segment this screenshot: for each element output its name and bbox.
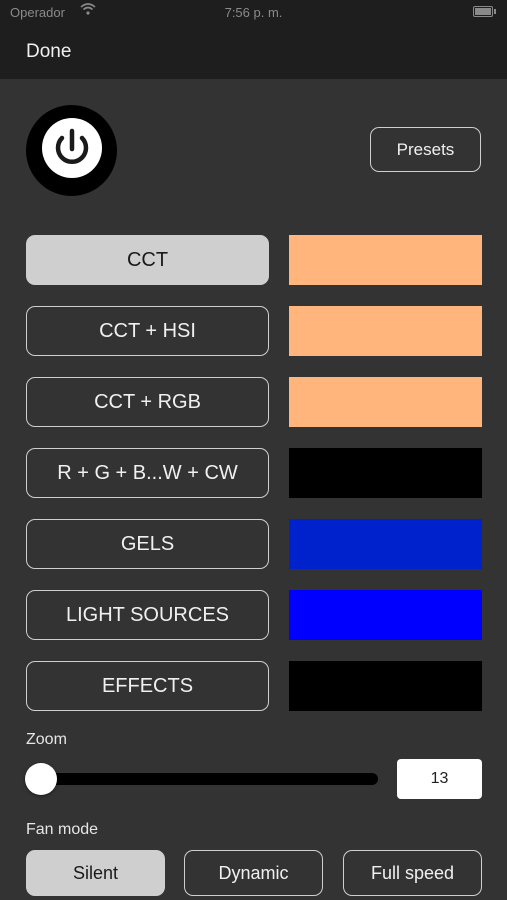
zoom-value-field[interactable]: 13 bbox=[397, 759, 482, 799]
color-swatch[interactable] bbox=[289, 519, 482, 569]
mode-button-gels[interactable]: GELS bbox=[26, 519, 269, 569]
zoom-label: Zoom bbox=[26, 731, 67, 748]
presets-button[interactable]: Presets bbox=[370, 127, 481, 172]
mode-button-cct-rgb[interactable]: CCT + RGB bbox=[26, 377, 269, 427]
color-swatch[interactable] bbox=[289, 448, 482, 498]
fan-mode-full-speed-button[interactable]: Full speed bbox=[343, 850, 482, 896]
mode-button-r-g-b-w-cw[interactable]: R + G + B...W + CW bbox=[26, 448, 269, 498]
mode-button-cct[interactable]: CCT bbox=[26, 235, 269, 285]
fan-mode-silent-button[interactable]: Silent bbox=[26, 850, 165, 896]
color-swatch[interactable] bbox=[289, 661, 482, 711]
mode-button-effects[interactable]: EFFECTS bbox=[26, 661, 269, 711]
battery-icon bbox=[473, 6, 496, 17]
status-time: 7:56 p. m. bbox=[224, 5, 283, 20]
fan-mode-dynamic-button[interactable]: Dynamic bbox=[184, 850, 323, 896]
zoom-slider-track[interactable] bbox=[40, 773, 378, 785]
fan-mode-label: Fan mode bbox=[26, 821, 99, 838]
color-swatch[interactable] bbox=[289, 306, 482, 356]
color-swatch[interactable] bbox=[289, 235, 482, 285]
mode-button-cct-hsi[interactable]: CCT + HSI bbox=[26, 306, 269, 356]
status-bar: Operador 7:56 p. m. bbox=[0, 0, 507, 26]
power-button[interactable] bbox=[26, 105, 117, 196]
zoom-slider-thumb[interactable] bbox=[25, 763, 57, 795]
power-icon bbox=[41, 117, 103, 184]
color-swatch[interactable] bbox=[289, 377, 482, 427]
color-swatch[interactable] bbox=[289, 590, 482, 640]
mode-button-light-sources[interactable]: LIGHT SOURCES bbox=[26, 590, 269, 640]
done-button[interactable]: Done bbox=[26, 41, 71, 63]
nav-bar: Done bbox=[0, 26, 507, 79]
